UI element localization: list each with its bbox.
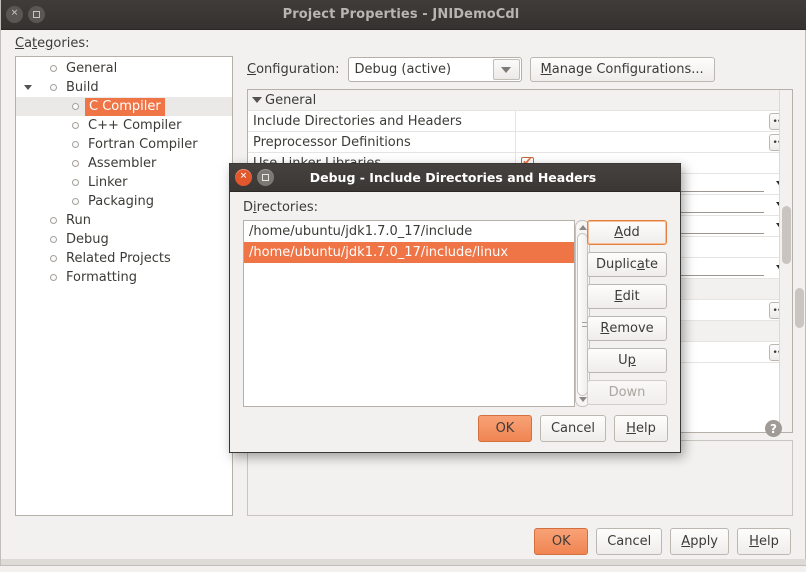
dialog-titlebar: ✕ Debug - Include Directories and Header… [230,164,680,192]
sidebar-item-label: Build [63,80,102,95]
tree-node-icon [50,84,57,91]
dialog-action-buttons: OK Cancel Apply Help [534,528,791,555]
property-value[interactable]: ••• [516,132,792,152]
sidebar-item-fortran-compiler[interactable]: Fortran Compiler [16,135,232,154]
sidebar-item-build[interactable]: Build [16,78,232,97]
parent-titlebar: ✕ Project Properties - JNIDemoCdl [1,0,806,30]
ok-button[interactable]: OK [534,528,588,555]
down-button: Down [587,380,667,405]
dialog-title: Debug - Include Directories and Headers [274,170,632,185]
maximize-icon[interactable] [257,169,274,186]
property-group-general[interactable]: General [248,90,792,111]
property-name: Include Directories and Headers [248,111,516,131]
sidebar-item-label: C Compiler [85,98,165,116]
sidebar-item-formatting[interactable]: Formatting [16,268,232,287]
close-icon[interactable]: ✕ [6,6,23,23]
sidebar-item-label: Debug [63,232,112,247]
close-icon[interactable]: ✕ [235,169,252,186]
help-button[interactable]: Help [614,415,668,442]
sidebar-item-c-compiler[interactable]: C++ Compiler [16,116,232,135]
sidebar-item-label: Run [63,213,94,228]
ok-button[interactable]: OK [478,415,532,442]
properties-scrollbar[interactable] [779,90,792,432]
list-item[interactable]: /home/ubuntu/jdk1.7.0_17/include [244,221,574,242]
tree-node-icon [72,160,79,167]
manage-configurations-button[interactable]: Manage Configurations... [530,57,715,82]
tree-node-icon [72,179,79,186]
sidebar-item-label: Assembler [85,156,159,171]
directories-label: Directories: [243,200,318,215]
categories-label: Categories: [15,36,89,51]
tree-node-icon [50,217,57,224]
help-button[interactable]: Help [737,528,791,555]
sidebar-item-label: Packaging [85,194,157,209]
property-group-label: General [265,93,316,108]
configuration-row: Configuration: Debug (active) Manage Con… [247,57,715,82]
apply-button[interactable]: Apply [670,528,729,555]
categories-tree[interactable]: General Build C Compiler C++ Compiler Fortra… [15,56,233,516]
tree-node-icon [50,65,57,72]
chevron-down-icon [252,97,262,103]
table-row[interactable]: Preprocessor Definitions ••• [248,132,792,153]
cancel-button[interactable]: Cancel [596,528,662,555]
cancel-button[interactable]: Cancel [540,415,606,442]
remove-button[interactable]: Remove [587,316,667,341]
help-icon[interactable]: ? [765,420,782,437]
sidebar-item-label: Linker [85,175,131,190]
sidebar-item-label: Related Projects [63,251,174,266]
dialog-action-buttons: OK Cancel Help [478,415,668,442]
tree-node-icon [50,255,57,262]
table-row[interactable]: Include Directories and Headers ••• [248,111,792,132]
directories-list[interactable]: /home/ubuntu/jdk1.7.0_17/include/home/ub… [243,220,575,407]
tree-node-icon [72,198,79,205]
tree-expander-icon[interactable] [20,85,36,90]
sidebar-item-label: C++ Compiler [85,118,185,133]
configuration-label: Configuration: [247,62,340,77]
sidebar-item-related-projects[interactable]: Related Projects [16,249,232,268]
property-name: Preprocessor Definitions [248,132,516,152]
sidebar-item-packaging[interactable]: Packaging [16,192,232,211]
sidebar-item-label: Fortran Compiler [85,137,201,152]
scrollbar-thumb[interactable] [782,206,791,264]
up-button[interactable]: Up [587,348,667,373]
list-item[interactable]: /home/ubuntu/jdk1.7.0_17/include/linux [244,242,574,263]
configuration-value: Debug (active) [355,62,452,77]
add-button[interactable]: Add [587,220,667,245]
sidebar-item-label: Formatting [63,270,140,285]
sidebar-item-debug[interactable]: Debug [16,230,232,249]
window-bottom-edge [1,559,806,565]
manage-configurations-label-rest: anage Configurations... [552,62,704,77]
sidebar-item-general[interactable]: General [16,59,232,78]
directories-side-buttons: Add Duplicate Edit Remove Up Down [587,220,667,405]
maximize-icon[interactable] [28,6,45,23]
directory-path: /home/ubuntu/jdk1.7.0_17/include [249,224,472,239]
sidebar-item-label: General [63,61,120,76]
sidebar-item-c-compiler[interactable]: C Compiler [16,97,232,116]
tree-node-icon [72,122,79,129]
tree-node-icon [50,236,57,243]
parent-window-title: Project Properties - JNIDemoCdl [45,7,757,22]
configuration-select[interactable]: Debug (active) [348,57,522,82]
chevron-down-icon[interactable] [493,59,520,80]
sidebar-item-linker[interactable]: Linker [16,173,232,192]
window-scrollbar[interactable] [794,88,805,434]
sidebar-item-run[interactable]: Run [16,211,232,230]
duplicate-button[interactable]: Duplicate [587,252,667,277]
scroll-down-icon[interactable] [579,397,587,402]
include-directories-dialog: ✕ Debug - Include Directories and Header… [229,163,681,453]
sidebar-item-assembler[interactable]: Assembler [16,154,232,173]
scrollbar-thumb[interactable] [795,288,804,328]
tree-node-icon [72,141,79,148]
property-value[interactable]: ••• [516,111,792,131]
tree-node-icon [72,103,79,110]
scroll-up-icon[interactable] [579,225,587,230]
directory-path: /home/ubuntu/jdk1.7.0_17/include/linux [249,245,508,260]
edit-button[interactable]: Edit [587,284,667,309]
tree-node-icon [50,274,57,281]
